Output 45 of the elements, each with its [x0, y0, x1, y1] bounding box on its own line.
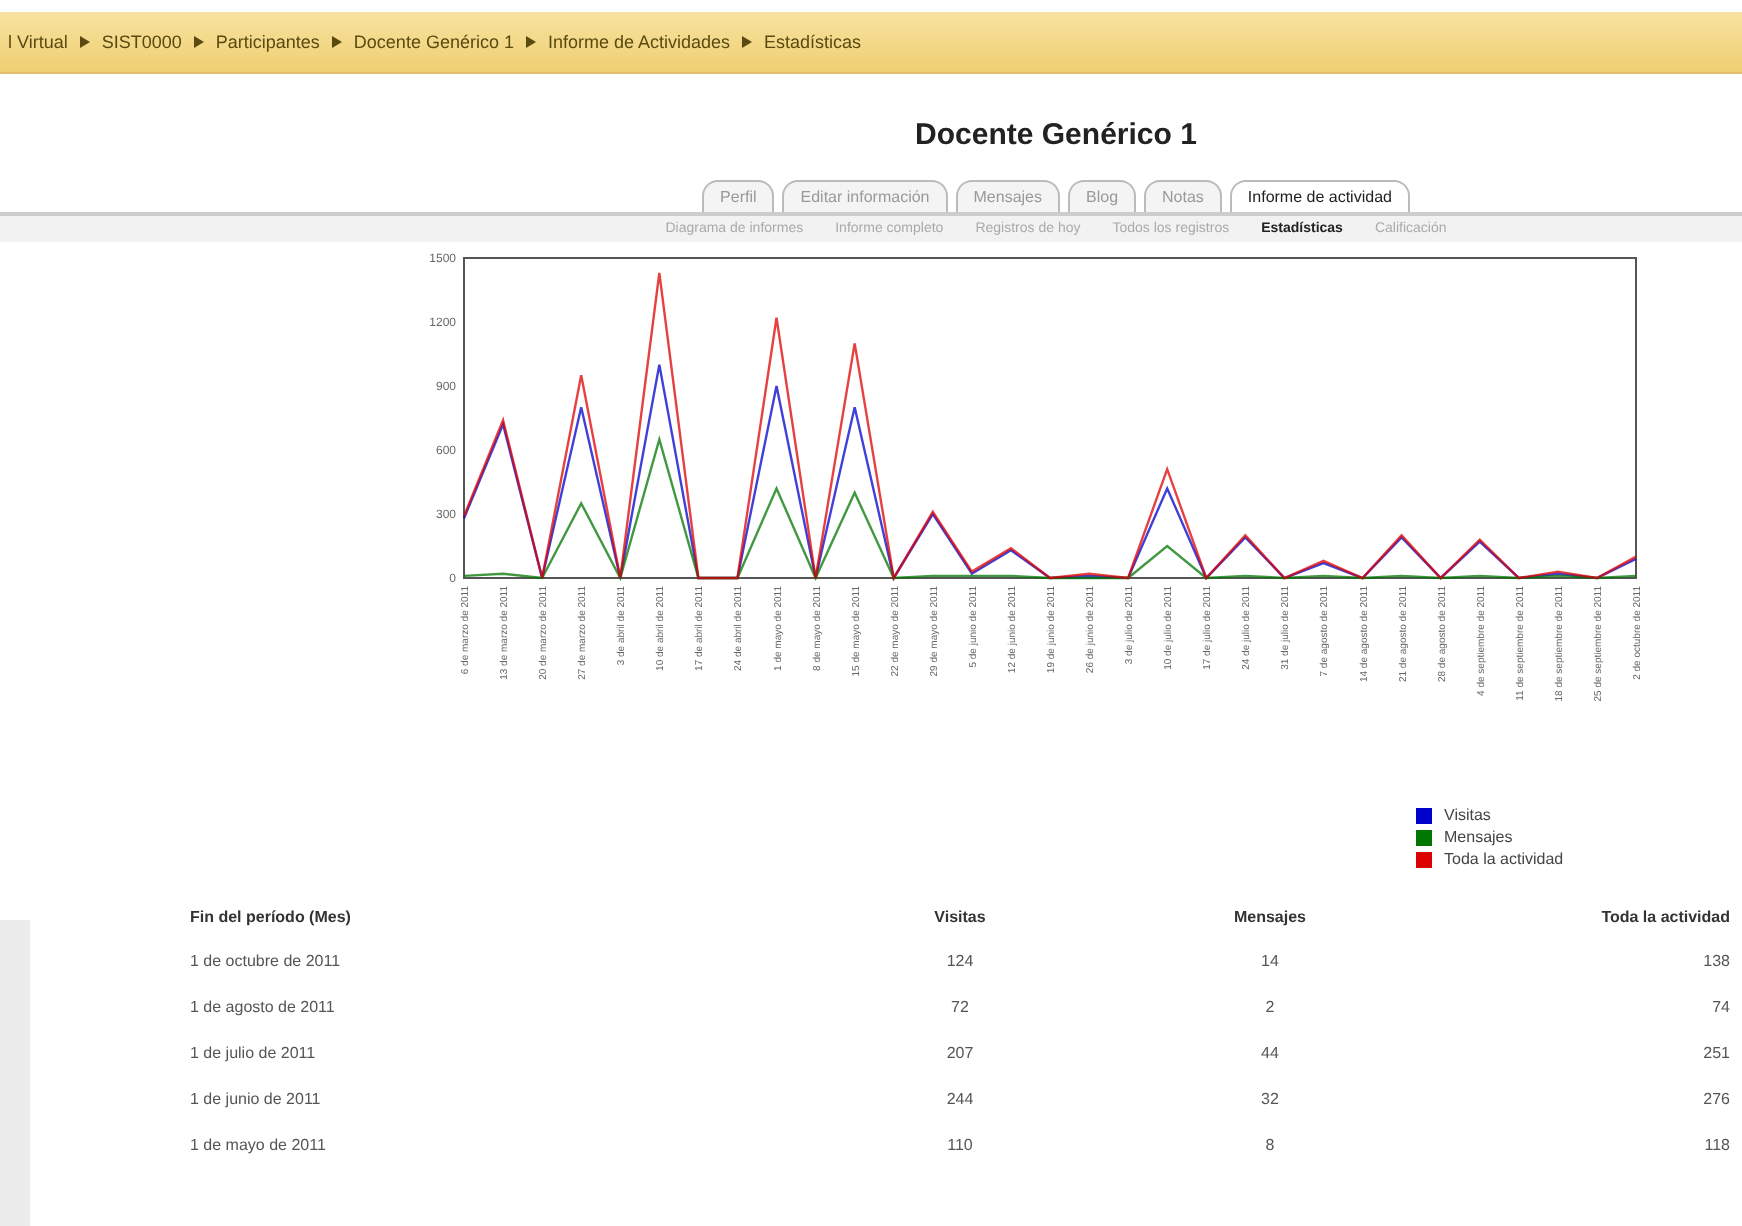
tab[interactable]: Perfil: [702, 180, 775, 212]
table-cell-text: 74: [1710, 996, 1730, 1020]
tab[interactable]: Notas: [1144, 180, 1222, 212]
table-cell-text: 1 de agosto de 2011: [190, 996, 337, 1020]
column-header: Fin del período (Mes): [190, 906, 353, 930]
table-cell-text: 110: [945, 1134, 975, 1158]
table-cell-text: 1 de junio de 2011: [190, 1088, 323, 1112]
table-cell-text: 124: [944, 950, 976, 974]
table-cell-text: 2: [1263, 996, 1277, 1020]
breadcrumb-separator-icon: [79, 36, 90, 48]
table-cell-text: 72: [949, 996, 971, 1020]
table-cell-text: 207: [944, 1042, 976, 1066]
legend-label: Toda la actividad: [1444, 850, 1564, 868]
breadcrumb-separator-icon: [742, 36, 753, 48]
table-cell-text: 251: [1701, 1042, 1730, 1066]
breadcrumb-separator-icon: [331, 36, 342, 48]
breadcrumb-link[interactable]: Docente Genérico 1: [353, 32, 514, 52]
breadcrumb-link[interactable]: Informe de Actividades: [547, 32, 731, 52]
table-cell-text: 1 de julio de 2011: [190, 1042, 318, 1066]
tab[interactable]: Mensajes: [955, 180, 1060, 212]
table-cell-text: 138: [1701, 950, 1730, 974]
table-cell-text: 8: [1263, 1134, 1277, 1158]
table-cell-text: 1 de octubre de 2011: [190, 950, 343, 974]
breadcrumb-separator-icon: [525, 36, 536, 48]
column-header: Toda la actividad: [1599, 906, 1730, 930]
table-cell-text: 14: [1259, 950, 1281, 974]
column-header: Mensajes: [1231, 906, 1309, 930]
table-cell-text: 276: [1701, 1088, 1730, 1112]
tab[interactable]: Informe de actividad: [1229, 180, 1410, 212]
legend-label: Mensajes: [1444, 828, 1513, 846]
tab[interactable]: Blog: [1068, 180, 1137, 212]
breadcrumb-link[interactable]: l Virtual: [8, 32, 68, 52]
column-header: Visitas: [932, 906, 988, 930]
table-cell-text: 44: [1259, 1042, 1281, 1066]
page-title: Docente Genérico 1: [913, 118, 1199, 152]
legend-label: Visitas: [1444, 806, 1491, 824]
breadcrumb-link[interactable]: SIST0000: [101, 32, 182, 52]
table-cell-text: 118: [1702, 1134, 1730, 1158]
table-cell-text: 32: [1259, 1088, 1281, 1112]
breadcrumb-separator-icon: [193, 36, 204, 48]
table-cell-text: 244: [944, 1088, 976, 1112]
table-cell-text: 1 de mayo de 2011: [190, 1134, 328, 1158]
breadcrumb-link[interactable]: Estadísticas: [764, 32, 862, 52]
breadcrumb-link[interactable]: Participantes: [215, 32, 320, 52]
tab[interactable]: Editar información: [782, 180, 948, 212]
